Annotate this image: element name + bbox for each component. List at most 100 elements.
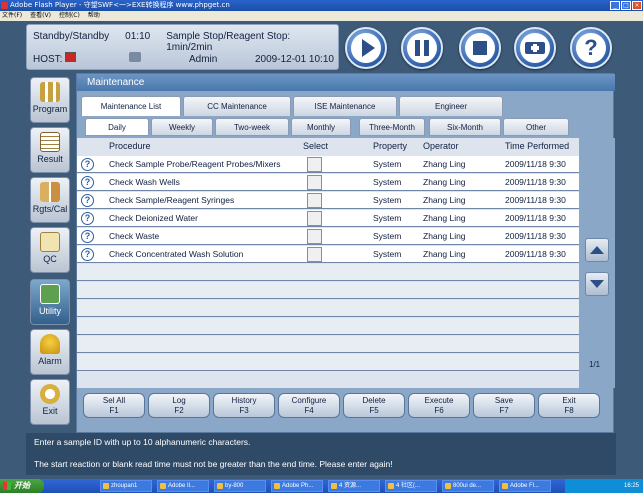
windows-logo-icon [3,482,11,490]
taskbar-item[interactable]: 4 资源... [328,480,380,492]
sel-all-button[interactable]: Sel All F1 [83,393,145,418]
subtab-two-week[interactable]: Two-week [215,118,289,136]
taskbar-item[interactable]: zhoupan1 [100,480,152,492]
start-button-taskbar[interactable]: 开始 [0,479,44,493]
nav-rgts-cal[interactable]: Rgts/Cal [30,177,70,223]
taskbar-item[interactable]: by-800 [214,480,266,492]
subtab-other[interactable]: Other [503,118,569,136]
history-button[interactable]: History F3 [213,393,275,418]
select-checkbox[interactable] [307,175,322,190]
row-property: System [373,177,402,187]
window-title-bar: Adobe Flash Player - 守望SWF<一>EXE转换程序 www… [0,0,643,11]
log-button[interactable]: Log F2 [148,393,210,418]
help-icon[interactable]: ? [81,248,94,261]
stop-button[interactable] [459,27,501,69]
button-key: F3 [239,406,249,415]
execute-button[interactable]: Execute F6 [408,393,470,418]
panel-title: Maintenance [77,74,615,91]
row-property: System [373,159,402,169]
host-status-icon[interactable] [65,52,76,62]
help-icon[interactable]: ? [81,158,94,171]
subtab-weekly[interactable]: Weekly [151,118,213,136]
row-operator: Zhang Ling [423,195,466,205]
start-label: 开始 [14,481,30,490]
nav-result[interactable]: Result [30,127,70,173]
minimize-button[interactable]: _ [610,1,620,10]
table-row[interactable]: ? Check Deionized Water System Zhang Lin… [77,210,579,227]
nav-utility[interactable]: Utility [30,279,70,325]
subtab-monthly[interactable]: Monthly [291,118,351,136]
select-checkbox[interactable] [307,211,322,226]
nav-qc[interactable]: QC [30,227,70,273]
table-row[interactable]: ? Check Sample/Reagent Syringes System Z… [77,192,579,209]
column-header-procedure: Procedure [109,141,151,151]
row-time: 2009/11/18 9:30 [505,177,566,187]
system-mode: Standby/Standby [33,31,110,42]
app-area: Standby/Standby 01:10 Sample Stop/Reagen… [0,21,643,479]
message-bar: Enter a sample ID with up to 10 alphanum… [26,433,616,475]
row-time: 2009/11/18 9:30 [505,231,566,241]
row-procedure: Check Deionized Water [109,213,198,223]
tab-ise-maintenance[interactable]: ISE Maintenance [293,96,397,116]
table-row[interactable]: ? Check Waste System Zhang Ling 2009/11/… [77,228,579,245]
taskbar-item[interactable]: 4 社区(... [385,480,437,492]
select-checkbox[interactable] [307,157,322,172]
menu-help[interactable]: 帮助 [88,11,100,21]
select-checkbox[interactable] [307,193,322,208]
close-button[interactable]: × [632,1,642,10]
pause-button[interactable] [401,27,443,69]
maximize-button[interactable]: □ [621,1,631,10]
table-row[interactable]: ? Check Sample Probe/Reagent Probes/Mixe… [77,156,579,173]
table-row[interactable]: ? Check Concentrated Wash Solution Syste… [77,246,579,263]
tab-maintenance-list[interactable]: Maintenance List [81,96,181,116]
taskbar-item[interactable]: Adobe Ph... [271,480,323,492]
nav-alarm[interactable]: Alarm [30,329,70,375]
help-button[interactable]: ? [570,27,612,69]
table-row-empty [77,282,579,299]
taskbar-item[interactable]: 800ui de... [442,480,494,492]
tab-engineer[interactable]: Engineer [399,96,503,116]
subtab-daily[interactable]: Daily [85,118,149,136]
column-header-operator: Operator [423,141,459,151]
help-icon[interactable]: ? [81,176,94,189]
emergency-button[interactable] [514,27,556,69]
button-label: Exit [562,396,576,405]
menu-view[interactable]: 查看(V) [30,11,51,21]
row-operator: Zhang Ling [423,231,466,241]
table-row-empty [77,354,579,371]
maintenance-table: Procedure Select Property Operator Time … [77,138,579,388]
printer-icon[interactable] [129,52,141,62]
subtab-six-month[interactable]: Six-Month [429,118,501,136]
menu-file[interactable]: 文件(F) [2,11,22,21]
qc-icon [40,232,60,252]
menu-control[interactable]: 控制(C) [59,11,80,21]
row-procedure: Check Concentrated Wash Solution [109,249,244,259]
help-icon[interactable]: ? [81,194,94,207]
select-checkbox[interactable] [307,229,322,244]
page-up-button[interactable] [585,238,609,262]
sample-stop-status: Sample Stop/Reagent Stop: 1min/2min [166,31,291,53]
arrow-down-icon [590,280,604,288]
subtab-three-month[interactable]: Three-Month [359,118,425,136]
delete-button[interactable]: Delete F5 [343,393,405,418]
start-button[interactable] [345,27,387,69]
page-down-button[interactable] [585,272,609,296]
nav-alarm-label: Alarm [38,356,62,366]
taskbar-item[interactable]: Adobe Fl... [499,480,551,492]
configure-button[interactable]: Configure F4 [278,393,340,418]
exit-button[interactable]: Exit F8 [538,393,600,418]
system-tray: 16:25 [565,479,643,493]
taskbar-item[interactable]: Adobe Il... [157,480,209,492]
nav-utility-label: Utility [39,306,61,316]
select-checkbox[interactable] [307,247,322,262]
row-operator: Zhang Ling [423,249,466,259]
nav-program[interactable]: Program [30,77,70,123]
help-icon[interactable]: ? [81,212,94,225]
save-button[interactable]: Save F7 [473,393,535,418]
tab-cc-maintenance[interactable]: CC Maintenance [183,96,291,116]
host-label: HOST: [33,54,63,65]
table-row[interactable]: ? Check Wash Wells System Zhang Ling 200… [77,174,579,191]
nav-exit[interactable]: Exit [30,379,70,425]
row-time: 2009/11/18 9:30 [505,213,566,223]
help-icon[interactable]: ? [81,230,94,243]
